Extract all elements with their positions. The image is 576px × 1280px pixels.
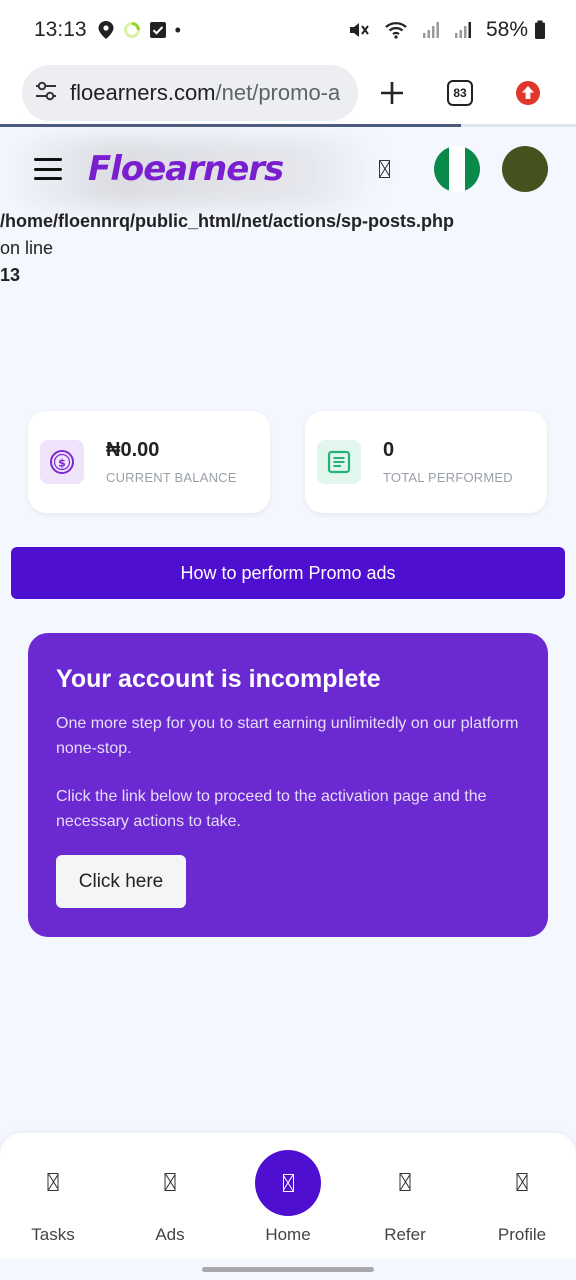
checkbox-notification-icon xyxy=(149,21,167,39)
url-host: floearners.com xyxy=(70,80,216,105)
incomplete-text-1: One more step for you to start earning u… xyxy=(56,715,519,757)
nav-profile-label: Profile xyxy=(497,1225,547,1244)
signal-icon xyxy=(422,21,440,39)
how-to-perform-button[interactable]: How to perform Promo ads xyxy=(11,547,565,599)
performed-value: 0 xyxy=(383,439,395,461)
url-path: /net/promo-a xyxy=(215,80,341,105)
site-logo[interactable]: Floearners xyxy=(88,149,284,189)
home-button-circle[interactable] xyxy=(255,1150,321,1216)
tasks-icon xyxy=(47,1173,59,1191)
incomplete-text-2: Click the link below to proceed to the a… xyxy=(56,788,487,830)
nav-refer-label: Refer xyxy=(384,1225,426,1244)
account-incomplete-card: Your account is incomplete One more step… xyxy=(28,633,548,937)
logo-text: Floearners xyxy=(88,149,284,189)
nigeria-flag-icon[interactable] xyxy=(434,146,480,192)
error-on-line: on line xyxy=(0,238,54,258)
nav-refer[interactable]: Refer xyxy=(355,1133,455,1259)
address-bar[interactable]: floearners.com/net/promo-a xyxy=(22,65,358,121)
nav-tasks[interactable]: Tasks xyxy=(3,1133,103,1259)
menu-icon[interactable] xyxy=(34,158,62,180)
incomplete-title: Your account is incomplete xyxy=(56,665,381,693)
loading-ring-icon xyxy=(123,21,141,39)
nav-ads[interactable]: Ads xyxy=(120,1133,220,1259)
signal-icon-2 xyxy=(454,21,472,39)
upload-button[interactable] xyxy=(494,65,562,121)
profile-icon xyxy=(516,1173,528,1191)
status-dot: • xyxy=(174,19,181,40)
tab-switcher-button[interactable]: 83 xyxy=(426,65,494,121)
nav-home-label: Home xyxy=(265,1225,311,1244)
plus-icon xyxy=(381,82,403,104)
site-settings-icon[interactable] xyxy=(34,80,58,107)
battery-level: 58% xyxy=(485,18,528,41)
location-pin-icon xyxy=(97,20,115,40)
click-here-button[interactable]: Click here xyxy=(56,855,186,908)
url-text: floearners.com/net/promo-a xyxy=(70,80,340,106)
home-gesture-bar[interactable] xyxy=(202,1267,374,1272)
status-bar: 13:13 • 58% xyxy=(0,0,576,60)
error-file-path: /home/floennrq/public_html/net/actions/s… xyxy=(0,211,455,231)
status-time: 13:13 xyxy=(34,18,87,41)
nav-home[interactable]: Home xyxy=(238,1133,338,1259)
total-performed-card: 0 TOTAL PERFORMED xyxy=(305,411,547,513)
svg-text:$: $ xyxy=(58,457,66,470)
battery-icon xyxy=(534,20,546,40)
nav-ads-label: Ads xyxy=(155,1225,185,1244)
site-header: Floearners xyxy=(0,127,576,211)
nav-tasks-label: Tasks xyxy=(31,1225,75,1244)
notification-icon[interactable] xyxy=(379,160,390,178)
bottom-nav: Tasks Ads Home Refer Profile xyxy=(0,1133,576,1259)
upload-arrow-icon xyxy=(516,81,540,105)
wifi-icon xyxy=(384,20,408,40)
tab-count: 83 xyxy=(447,80,473,106)
nav-profile[interactable]: Profile xyxy=(472,1133,572,1259)
performed-label: TOTAL PERFORMED xyxy=(383,470,513,485)
balance-value: ₦0.00 xyxy=(106,439,160,461)
dollar-coin-icon: $ xyxy=(40,440,84,484)
balance-label: CURRENT BALANCE xyxy=(106,470,237,485)
avatar[interactable] xyxy=(502,146,548,192)
php-error-message: /home/floennrq/public_html/net/actions/s… xyxy=(0,208,454,289)
refer-icon xyxy=(399,1173,411,1191)
mute-icon xyxy=(348,20,370,40)
new-tab-button[interactable] xyxy=(358,65,426,121)
home-icon xyxy=(282,1174,294,1192)
document-icon xyxy=(317,440,361,484)
current-balance-card: $ ₦0.00 CURRENT BALANCE xyxy=(28,411,270,513)
browser-toolbar: floearners.com/net/promo-a 83 xyxy=(0,60,576,126)
ads-icon xyxy=(164,1173,176,1191)
error-line-number: 13 xyxy=(0,265,21,285)
